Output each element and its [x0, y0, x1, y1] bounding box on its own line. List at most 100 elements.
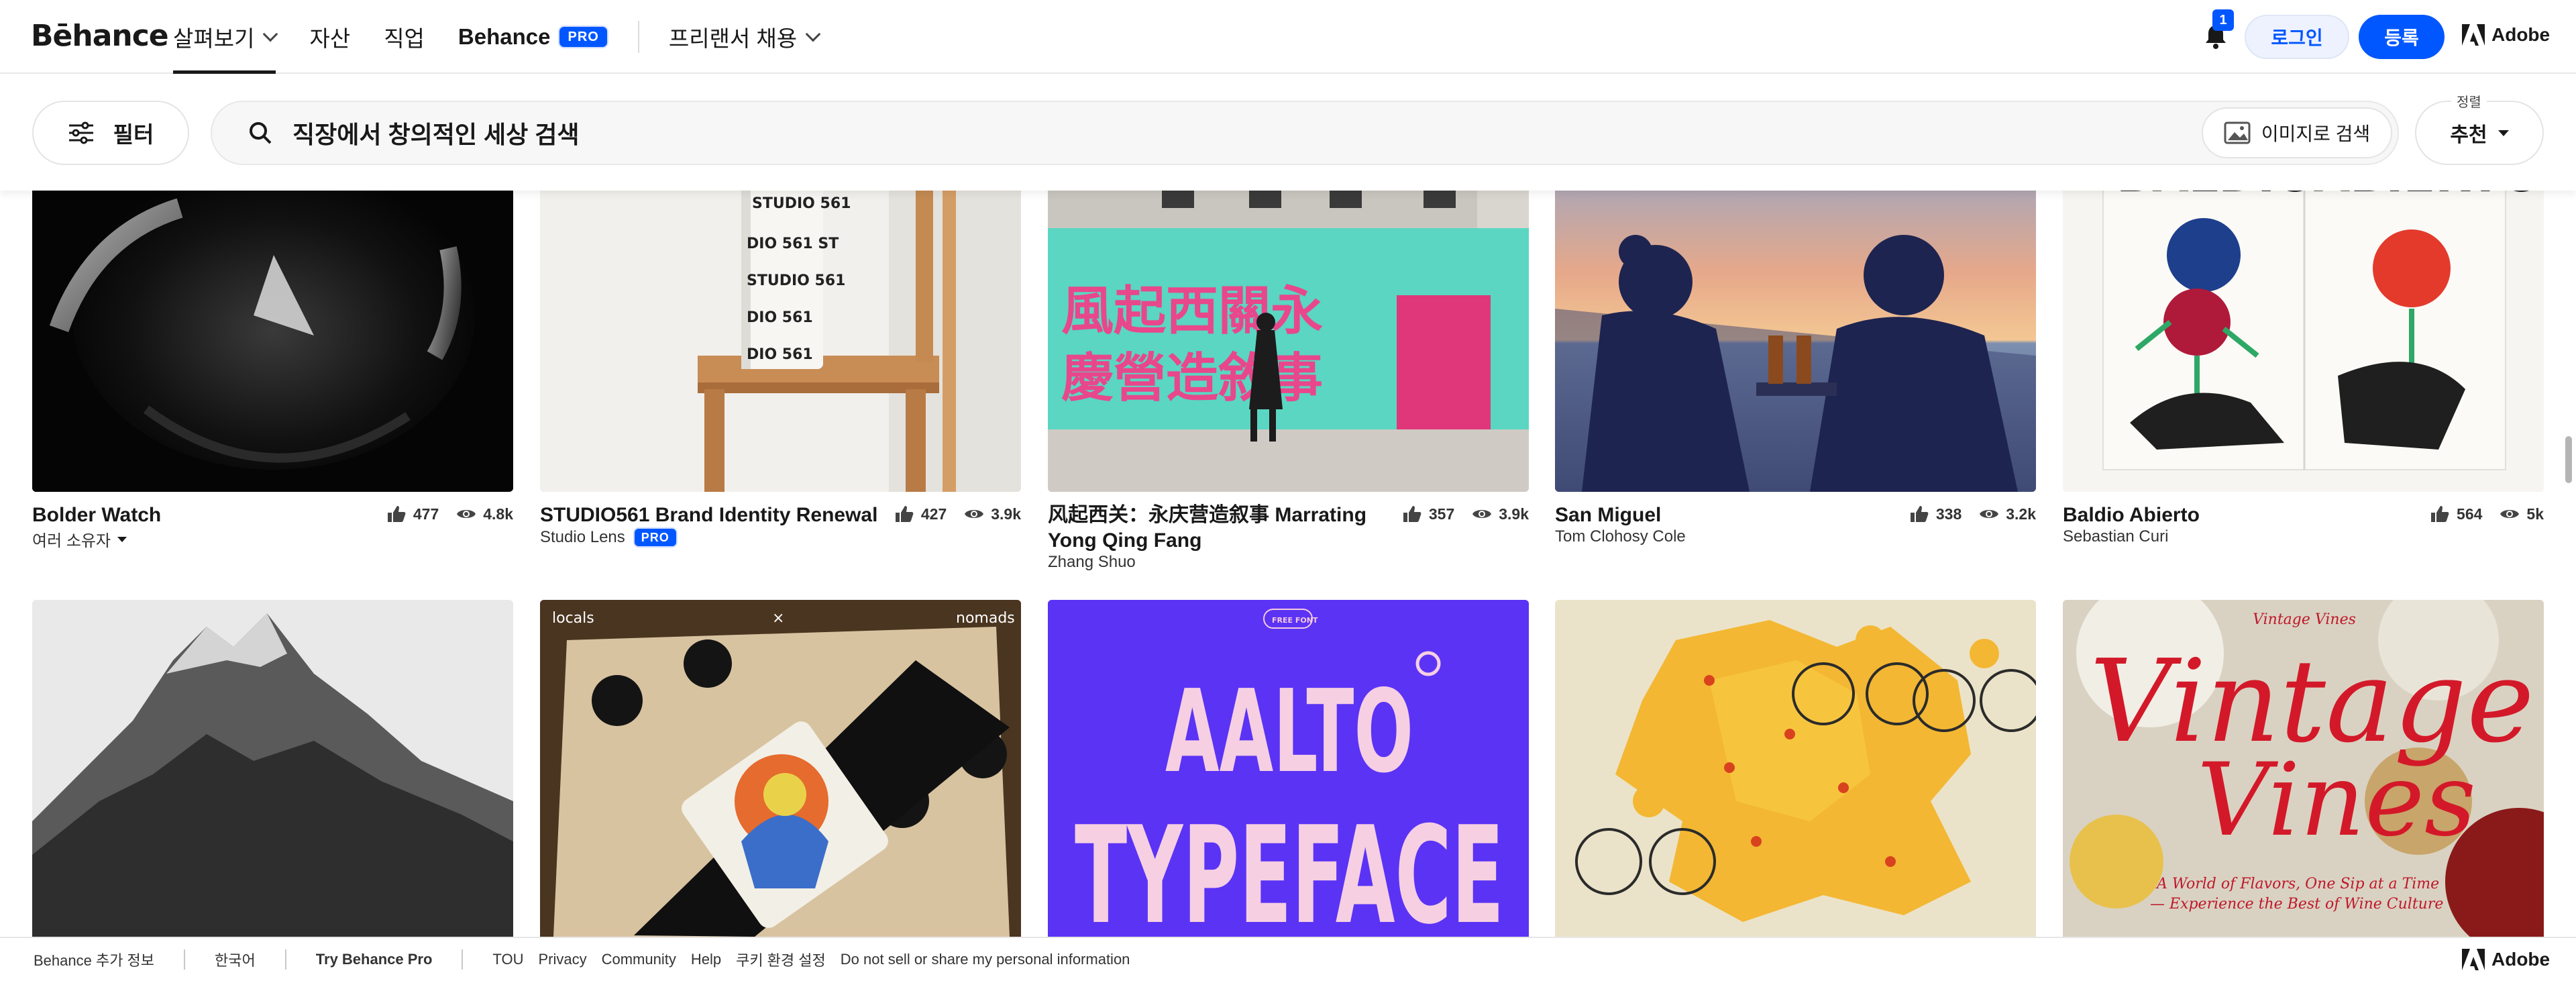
view-count: 3.2k	[2006, 505, 2036, 523]
nav-hire-label: 프리랜서 채용	[668, 26, 798, 51]
project-title[interactable]: STUDIO561 Brand Identity Renewal	[540, 503, 877, 528]
project-thumbnail[interactable]: DIO 561 STUDIO 561 DIO 561 ST STUDIO 561…	[540, 154, 1021, 492]
project-owner[interactable]: Tom Clohosy Cole	[1555, 527, 1686, 546]
project-stats: 427 3.9k	[894, 505, 1021, 523]
sunset-couple-image	[1555, 154, 2036, 492]
like-count: 427	[920, 505, 947, 523]
nav-behance-pro[interactable]: Behance PRO	[458, 0, 608, 74]
pro-badge: PRO	[633, 527, 678, 548]
typeface-headline: TYPEFACE	[1075, 798, 1504, 937]
project-thumbnail[interactable]: FREE FONT AALTO TYPEFACE	[1048, 600, 1529, 937]
footer-link-cookies[interactable]: 쿠키 환경 설정	[736, 949, 826, 970]
top-navigation: Bēhance 살펴보기 자산 직업 Behance PRO 프리랜서 채용 1…	[0, 0, 2576, 74]
mountain-image	[32, 600, 513, 937]
search-box[interactable]: 이미지로 검색	[211, 101, 2399, 165]
owner-name: Zhang Shuo	[1048, 553, 1136, 571]
svg-text:DIO 561: DIO 561	[747, 346, 813, 363]
project-title[interactable]: 风起西关：永庆营造叙事 Marrating Yong Qing Fang	[1048, 503, 1397, 554]
nav-assets[interactable]: 자산	[309, 0, 350, 74]
like-count: 564	[2457, 505, 2483, 523]
nav-jobs[interactable]: 직업	[384, 0, 425, 74]
box-label-right: nomads	[956, 610, 1015, 627]
image-search-button[interactable]: 이미지로 검색	[2202, 107, 2392, 158]
search-input[interactable]	[292, 119, 2104, 147]
footer-link-help[interactable]: Help	[691, 951, 721, 968]
project-title[interactable]: Baldio Abierto	[2063, 503, 2200, 528]
footer-try-pro[interactable]: Try Behance Pro	[316, 951, 433, 968]
like-count: 357	[1428, 505, 1455, 523]
footer-divider	[184, 949, 186, 970]
view-count: 3.9k	[991, 505, 1021, 523]
adobe-logo-icon	[2462, 949, 2485, 970]
chevron-down-icon	[805, 26, 821, 42]
svg-text:DIO 561: DIO 561	[747, 309, 813, 326]
sort-caption: 정렬	[2451, 91, 2487, 111]
owner-menu-caret-icon	[117, 536, 127, 542]
vines-headline: Vines	[2197, 742, 2476, 859]
project-title[interactable]: Bolder Watch	[32, 503, 161, 528]
project-owner[interactable]: 여러 소유자	[32, 527, 127, 551]
footer-link-community[interactable]: Community	[602, 951, 676, 968]
vintage-subline-1: A World of Flavors, One Sip at a Time	[2155, 876, 2439, 892]
france-cycling-map-image	[1555, 600, 2036, 937]
project-owner[interactable]: Studio Lens PRO	[540, 527, 678, 548]
poster-line-1: 風起西關永	[1061, 281, 1323, 342]
project-title[interactable]: San Miguel	[1555, 503, 1661, 528]
project-thumbnail[interactable]: 風起西關永 慶營造敘事	[1048, 154, 1529, 492]
adobe-link[interactable]: Adobe	[2462, 24, 2550, 46]
pro-badge: PRO	[558, 25, 608, 48]
project-thumbnail[interactable]	[32, 154, 513, 492]
filter-button[interactable]: 필터	[32, 101, 189, 165]
caret-down-icon	[2498, 130, 2509, 136]
project-stats: 477 4.8k	[386, 505, 513, 523]
signup-button[interactable]: 등록	[2359, 15, 2445, 59]
owner-name: 여러 소유자	[32, 532, 111, 550]
project-thumbnail[interactable]	[32, 600, 513, 937]
main-nav: 살펴보기 자산 직업 Behance PRO 프리랜서 채용	[173, 0, 852, 74]
eye-icon	[1980, 510, 1999, 518]
filter-label: 필터	[113, 122, 154, 147]
nav-behance-label: Behance	[458, 24, 551, 49]
nav-divider	[637, 21, 639, 53]
filter-sliders-icon	[68, 121, 93, 144]
bottle-label: STUDIO 561	[752, 195, 851, 212]
project-thumbnail[interactable]: Vintage Vines Vintage Vines A World of F…	[2063, 600, 2544, 937]
project-thumbnail[interactable]: locals × nomads	[540, 600, 1021, 937]
adobe-label: Adobe	[2491, 24, 2551, 45]
project-owner[interactable]: Zhang Shuo	[1048, 553, 1136, 572]
owner-name: Tom Clohosy Cole	[1555, 527, 1686, 546]
adobe-label: Adobe	[2491, 949, 2551, 970]
box-label-left: locals	[552, 610, 594, 627]
aalto-headline: AALTO	[1165, 666, 1413, 798]
nav-explore-label: 살펴보기	[173, 26, 255, 51]
project-thumbnail[interactable]	[1555, 600, 2036, 937]
view-count: 4.8k	[483, 505, 513, 523]
footer-language[interactable]: 한국어	[215, 949, 256, 970]
aalto-typeface-image: FREE FONT AALTO TYPEFACE	[1048, 600, 1529, 937]
login-button[interactable]: 로그인	[2245, 15, 2349, 59]
thumbs-up-icon	[1910, 506, 1929, 522]
behance-logo[interactable]: Bēhance	[31, 19, 169, 53]
image-icon	[2224, 121, 2251, 144]
nav-hire-freelancers[interactable]: 프리랜서 채용	[668, 0, 821, 74]
footer-divider	[462, 949, 464, 970]
notification-count-badge: 1	[2212, 9, 2234, 31]
footer-link-tou[interactable]: TOU	[492, 951, 523, 968]
adobe-logo-icon	[2462, 24, 2485, 46]
search-icon	[250, 122, 272, 144]
footer-link-privacy[interactable]: Privacy	[538, 951, 586, 968]
footer-adobe-link[interactable]: Adobe	[2462, 949, 2550, 970]
vintage-vines-image: Vintage Vines Vintage Vines A World of F…	[2063, 600, 2544, 937]
thumbs-up-icon	[2431, 506, 2449, 522]
project-owner[interactable]: Sebastian Curi	[2063, 527, 2168, 546]
scrollbar-thumb[interactable]	[2565, 436, 2572, 483]
footer-link-do-not-sell[interactable]: Do not sell or share my personal informa…	[841, 951, 1130, 968]
eye-icon	[2500, 510, 2520, 518]
footer-more-info[interactable]: Behance 추가 정보	[34, 949, 154, 970]
project-thumbnail[interactable]: BALDIOABIERTO	[2063, 154, 2544, 492]
nav-explore[interactable]: 살펴보기	[173, 0, 278, 74]
project-thumbnail[interactable]	[1555, 154, 2036, 492]
view-count: 3.9k	[1499, 505, 1529, 523]
like-count: 477	[413, 505, 439, 523]
owner-name: Sebastian Curi	[2063, 527, 2169, 546]
